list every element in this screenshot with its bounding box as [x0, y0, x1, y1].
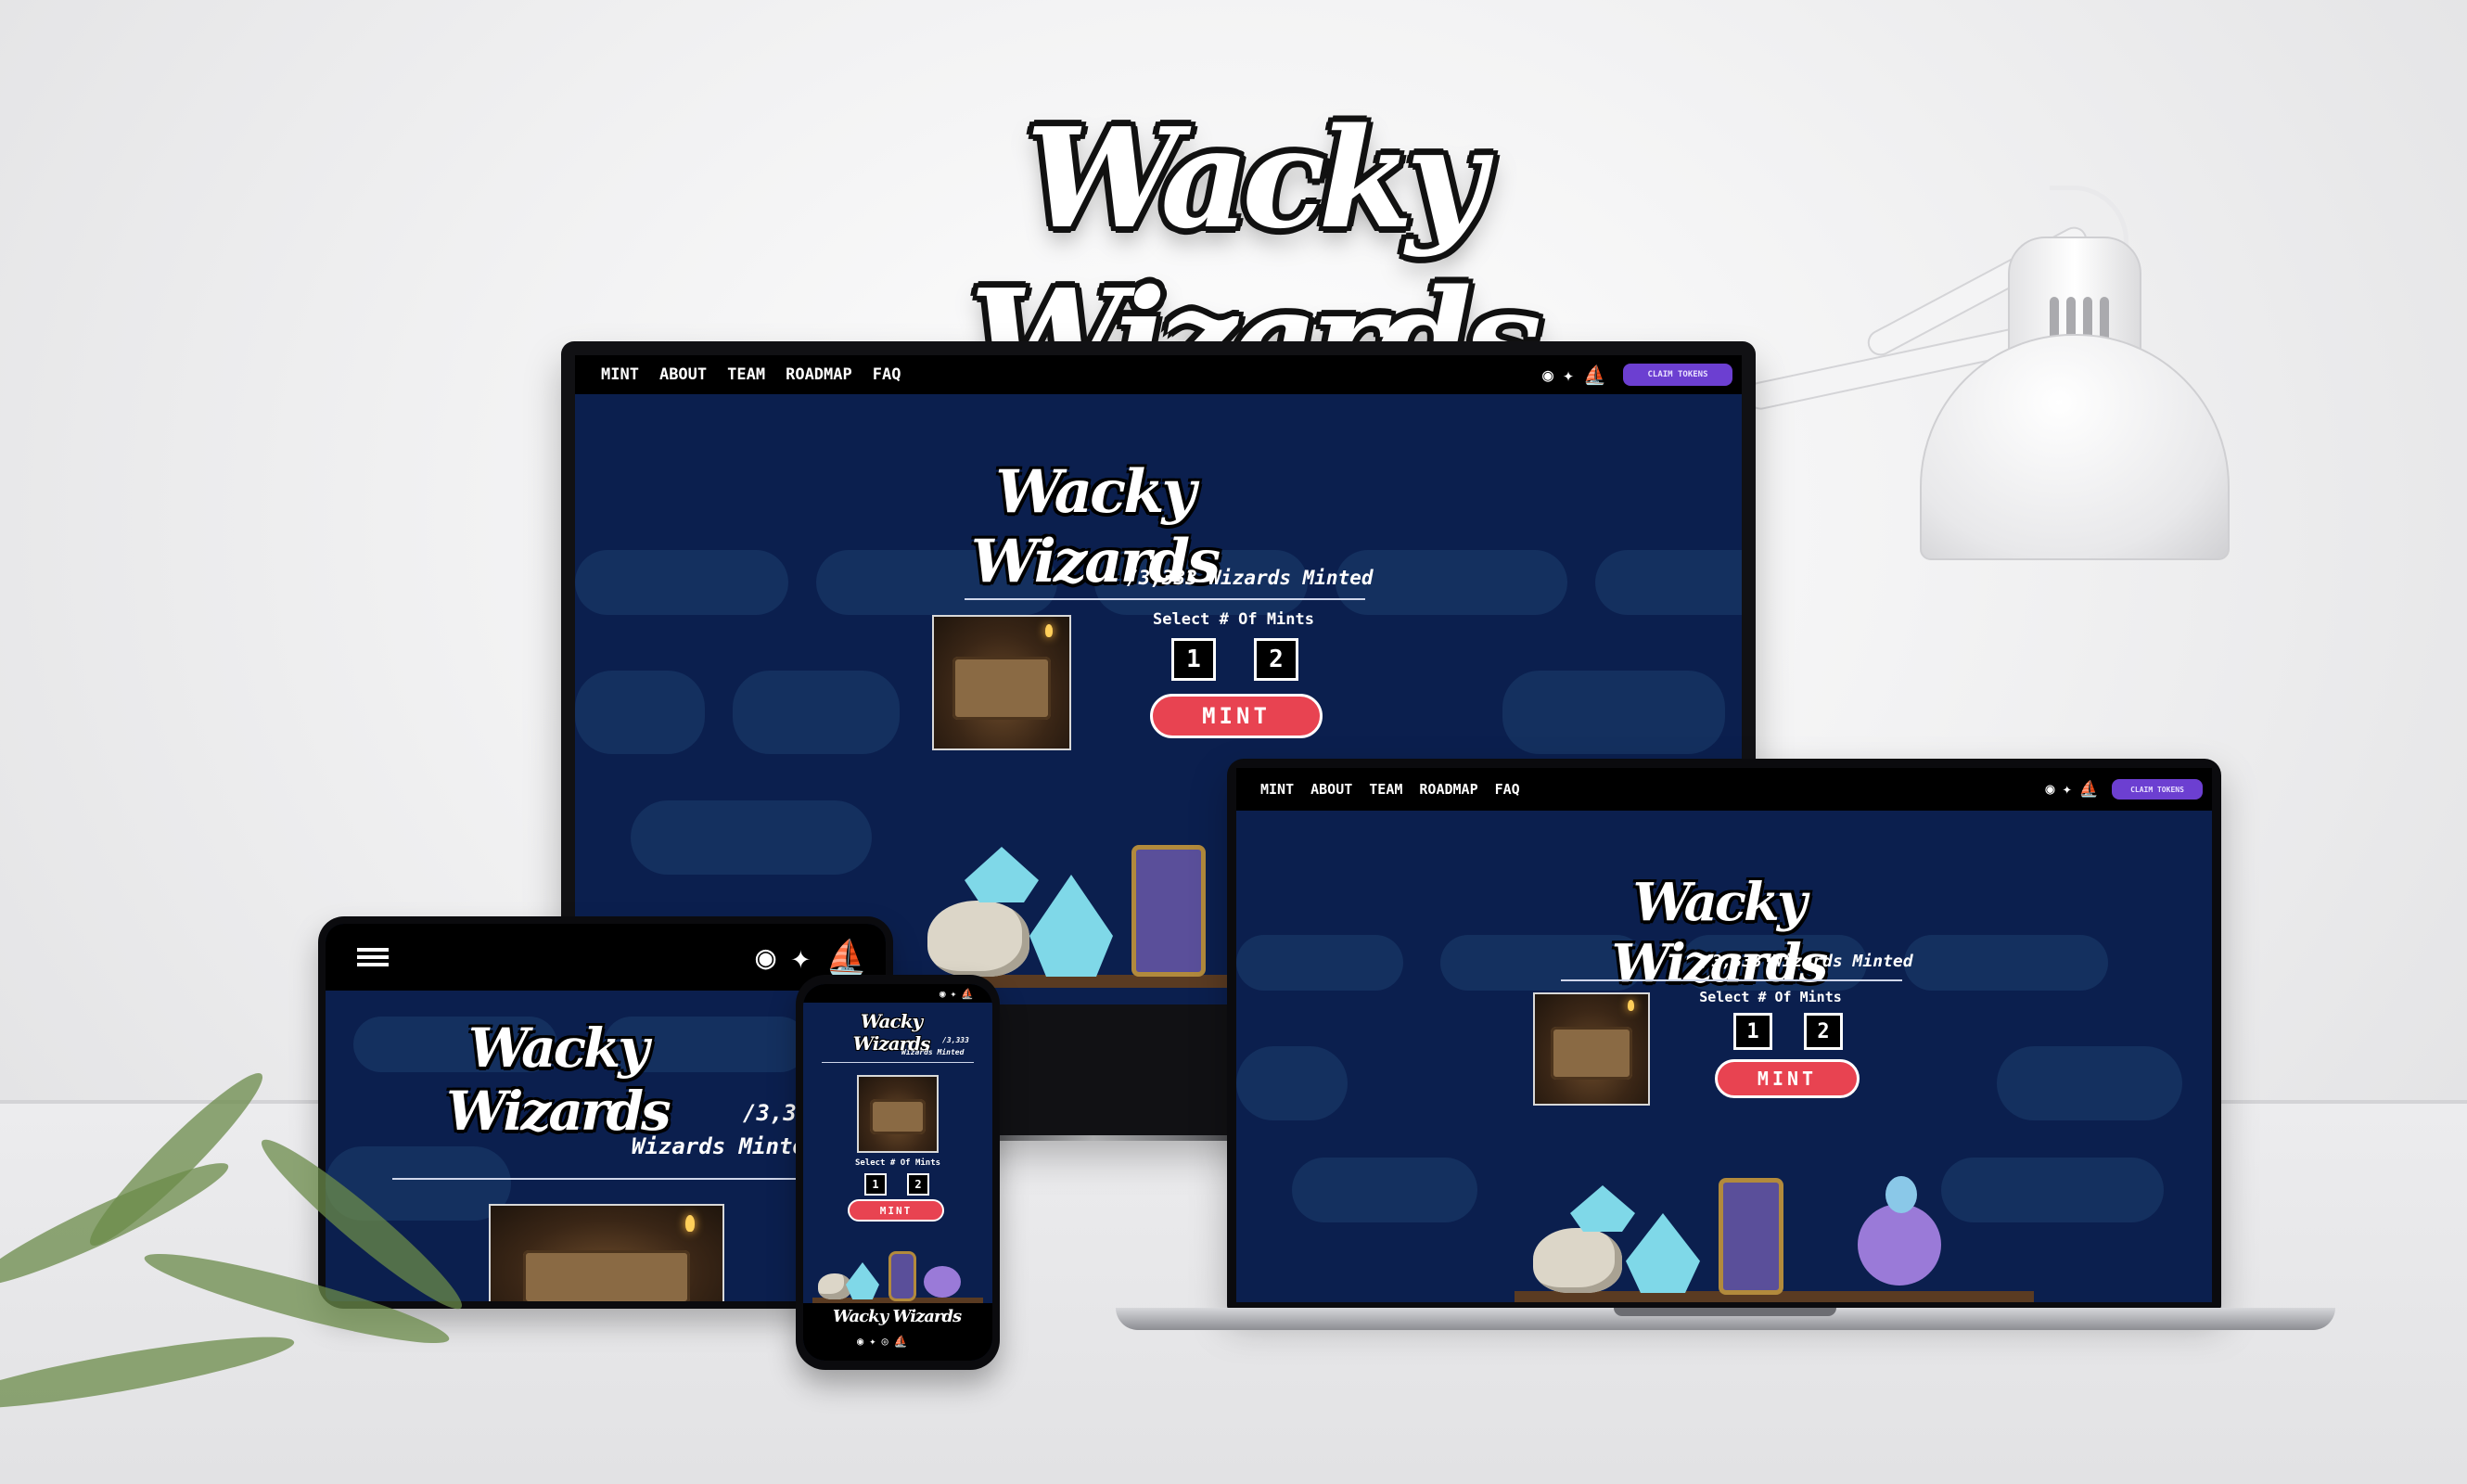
nav-team[interactable]: TEAM [727, 365, 765, 384]
mint-button[interactable]: MINT [848, 1199, 944, 1222]
book-image [489, 1204, 724, 1301]
divider [1561, 979, 1902, 981]
qty-option-1[interactable]: 1 [1171, 638, 1216, 681]
tablet-socials: ◉ ✦ ⛵ [756, 938, 867, 978]
select-mints-label: Select # Of Mints [1699, 989, 1842, 1005]
opensea-icon[interactable]: ⛵ [2079, 780, 2099, 799]
discord-icon[interactable]: ◉ [940, 988, 946, 1000]
site-logo: Wacky Wizards [1611, 872, 1828, 994]
discord-icon[interactable]: ◉ [2045, 780, 2054, 799]
nav-team[interactable]: TEAM [1369, 781, 1402, 798]
twitter-icon[interactable]: ✦ [1563, 364, 1574, 386]
twitter-icon[interactable]: ✦ [790, 939, 811, 977]
instagram-icon[interactable]: ◎ [881, 1335, 888, 1348]
laptop-notch [1614, 1308, 1836, 1316]
discord-icon[interactable]: ◉ [857, 1335, 863, 1348]
nav-faq[interactable]: FAQ [1495, 781, 1520, 798]
phone-socials: ◉ ✦ ⛵ [940, 988, 974, 1000]
laptop-socials: ◉ ✦ ⛵ CLAIM TOKENS [2045, 779, 2203, 800]
qty-option-2[interactable]: 2 [1804, 1013, 1843, 1050]
nav-about[interactable]: ABOUT [1310, 781, 1352, 798]
discord-icon[interactable]: ◉ [1542, 364, 1553, 386]
nav-about[interactable]: ABOUT [659, 365, 707, 384]
mint-button[interactable]: MINT [1715, 1059, 1860, 1098]
minted-count-line1: /3,333 [942, 1036, 969, 1044]
minted-count: /3,333 Wizards Minted [1702, 952, 1913, 971]
minted-count: /3,333 Wizards Minted [1127, 567, 1374, 589]
qty-option-2[interactable]: 2 [907, 1173, 929, 1196]
nav-roadmap[interactable]: ROADMAP [786, 365, 852, 384]
tablet-navbar: ◉ ✦ ⛵ [326, 924, 886, 991]
opensea-icon[interactable]: ⛵ [1583, 364, 1606, 386]
phone-footer: Wacky Wizards ◉ ✦ ◎ ⛵ [803, 1303, 992, 1361]
qty-option-2[interactable]: 2 [1254, 638, 1298, 681]
divider [822, 1062, 974, 1063]
footer-logo: Wacky Wizards [832, 1307, 962, 1326]
phone-screen: ◉ ✦ ⛵ Wacky Wizards /3,333 Wizards Minte… [803, 984, 992, 1361]
menu-icon[interactable] [357, 948, 389, 966]
twitter-icon[interactable]: ✦ [951, 988, 957, 1000]
nav-mint[interactable]: MINT [601, 365, 639, 384]
nav-roadmap[interactable]: ROADMAP [1419, 781, 1477, 798]
nav-mint[interactable]: MINT [1260, 781, 1294, 798]
laptop-screen: MINT ABOUT TEAM ROADMAP FAQ ◉ ✦ ⛵ CLAIM … [1236, 768, 2212, 1302]
phone-navbar: ◉ ✦ ⛵ [803, 984, 992, 1003]
desktop-navbar: MINT ABOUT TEAM ROADMAP FAQ ◉ ✦ ⛵ CLAIM … [575, 355, 1742, 394]
book-image [932, 615, 1071, 750]
book-image [1533, 992, 1650, 1106]
nav-faq[interactable]: FAQ [873, 365, 901, 384]
book-image [857, 1075, 939, 1153]
divider [965, 598, 1365, 600]
mint-button[interactable]: MINT [1150, 694, 1323, 738]
select-mints-label: Select # Of Mints [854, 1158, 941, 1168]
twitter-icon[interactable]: ✦ [2063, 780, 2072, 799]
minted-count-line2: Wizards Minted [901, 1048, 965, 1056]
qty-option-1[interactable]: 1 [864, 1173, 887, 1196]
desktop-socials: ◉ ✦ ⛵ CLAIM TOKENS [1542, 364, 1732, 386]
opensea-icon[interactable]: ⛵ [961, 988, 974, 1000]
minted-count-line2: Wizards Minte [632, 1133, 806, 1159]
discord-icon[interactable]: ◉ [756, 939, 776, 977]
qty-option-1[interactable]: 1 [1733, 1013, 1772, 1050]
laptop-navbar: MINT ABOUT TEAM ROADMAP FAQ ◉ ✦ ⛵ CLAIM … [1236, 768, 2212, 811]
opensea-icon[interactable]: ⛵ [894, 1335, 908, 1348]
opensea-icon[interactable]: ⛵ [825, 938, 867, 977]
site-logo: Wacky Wizards [446, 1017, 671, 1143]
select-mints-label: Select # Of Mints [1153, 610, 1314, 629]
twitter-icon[interactable]: ✦ [869, 1335, 876, 1348]
claim-tokens-button[interactable]: CLAIM TOKENS [1623, 364, 1732, 386]
footer-socials: ◉ ✦ ◎ ⛵ [857, 1335, 908, 1348]
claim-tokens-button[interactable]: CLAIM TOKENS [2112, 779, 2203, 800]
